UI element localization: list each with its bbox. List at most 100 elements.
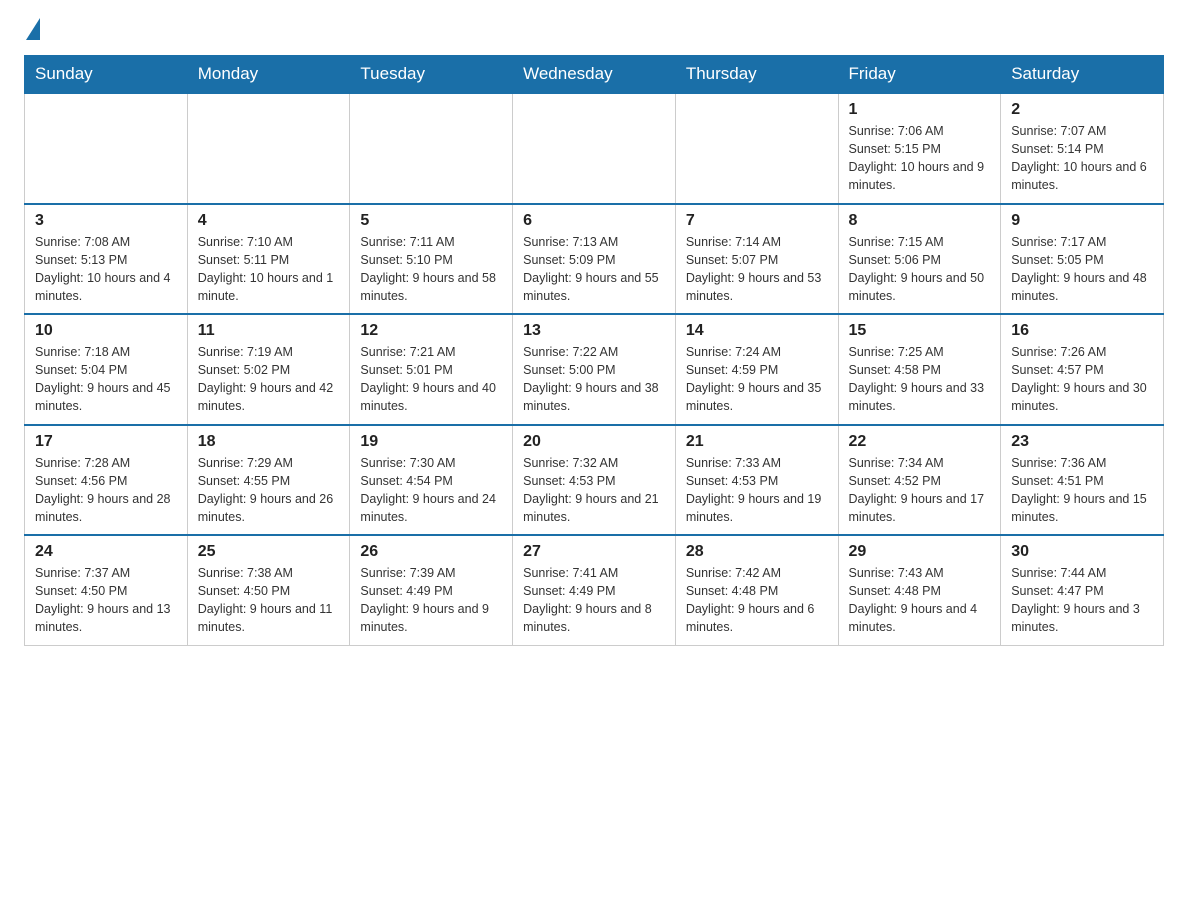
calendar-cell: 5Sunrise: 7:11 AMSunset: 5:10 PMDaylight… <box>350 204 513 315</box>
day-info: Sunrise: 7:32 AMSunset: 4:53 PMDaylight:… <box>523 454 665 527</box>
day-info: Sunrise: 7:28 AMSunset: 4:56 PMDaylight:… <box>35 454 177 527</box>
day-number: 30 <box>1011 543 1153 561</box>
day-info: Sunrise: 7:38 AMSunset: 4:50 PMDaylight:… <box>198 564 340 637</box>
logo <box>24 18 42 43</box>
day-number: 6 <box>523 212 665 230</box>
day-number: 19 <box>360 433 502 451</box>
day-number: 25 <box>198 543 340 561</box>
day-number: 29 <box>849 543 991 561</box>
calendar-cell: 13 Sunrise: 7:22 AMSunset: 5:00 PMDayligh… <box>513 314 676 425</box>
day-info: Sunrise: 7:44 AMSunset: 4:47 PMDaylight:… <box>1011 564 1153 637</box>
day-info: Sunrise: 7:26 AMSunset: 4:57 PMDaylight:… <box>1011 343 1153 416</box>
day-info: Sunrise: 7:10 AMSunset: 5:11 PMDaylight:… <box>198 233 340 306</box>
day-info: Sunrise: 7:37 AMSunset: 4:50 PMDaylight:… <box>35 564 177 637</box>
day-info: Sunrise: 7:13 AMSunset: 5:09 PMDaylight:… <box>523 233 665 306</box>
day-info: Sunrise: 7:18 AMSunset: 5:04 PMDaylight:… <box>35 343 177 416</box>
day-info: Sunrise: 7:17 AMSunset: 5:05 PMDaylight:… <box>1011 233 1153 306</box>
day-number: 12 <box>360 322 502 340</box>
day-number: 15 <box>849 322 991 340</box>
day-info: Sunrise: 7:43 AMSunset: 4:48 PMDaylight:… <box>849 564 991 637</box>
day-info: Sunrise: 7:25 AMSunset: 4:58 PMDaylight:… <box>849 343 991 416</box>
day-info: Sunrise: 7:21 AMSunset: 5:01 PMDaylight:… <box>360 343 502 416</box>
calendar-cell: 18 Sunrise: 7:29 AMSunset: 4:55 PMDayligh… <box>187 425 350 536</box>
calendar-cell: 19 Sunrise: 7:30 AMSunset: 4:54 PMDayligh… <box>350 425 513 536</box>
calendar-cell: 11 Sunrise: 7:19 AMSunset: 5:02 PMDayligh… <box>187 314 350 425</box>
page: SundayMondayTuesdayWednesdayThursdayFrid… <box>0 0 1188 918</box>
day-number: 21 <box>686 433 828 451</box>
calendar-cell: 14 Sunrise: 7:24 AMSunset: 4:59 PMDayligh… <box>675 314 838 425</box>
day-info: Sunrise: 7:14 AMSunset: 5:07 PMDaylight:… <box>686 233 828 306</box>
calendar-cell <box>675 93 838 204</box>
day-info: Sunrise: 7:30 AMSunset: 4:54 PMDaylight:… <box>360 454 502 527</box>
calendar-cell: 6 Sunrise: 7:13 AMSunset: 5:09 PMDaylight… <box>513 204 676 315</box>
weekday-header-sunday: Sunday <box>25 56 188 94</box>
calendar-week-4: 17 Sunrise: 7:28 AMSunset: 4:56 PMDayligh… <box>25 425 1164 536</box>
day-info: Sunrise: 7:34 AMSunset: 4:52 PMDaylight:… <box>849 454 991 527</box>
day-info: Sunrise: 7:42 AMSunset: 4:48 PMDaylight:… <box>686 564 828 637</box>
weekday-header-saturday: Saturday <box>1001 56 1164 94</box>
calendar-cell: 16 Sunrise: 7:26 AMSunset: 4:57 PMDayligh… <box>1001 314 1164 425</box>
calendar-cell: 26 Sunrise: 7:39 AMSunset: 4:49 PMDayligh… <box>350 535 513 645</box>
day-number: 23 <box>1011 433 1153 451</box>
day-info: Sunrise: 7:39 AMSunset: 4:49 PMDaylight:… <box>360 564 502 637</box>
calendar-cell: 3Sunrise: 7:08 AMSunset: 5:13 PMDaylight… <box>25 204 188 315</box>
day-number: 11 <box>198 322 340 340</box>
day-info: Sunrise: 7:11 AMSunset: 5:10 PMDaylight:… <box>360 233 502 306</box>
calendar-cell: 23 Sunrise: 7:36 AMSunset: 4:51 PMDayligh… <box>1001 425 1164 536</box>
calendar-cell: 30 Sunrise: 7:44 AMSunset: 4:47 PMDayligh… <box>1001 535 1164 645</box>
calendar-week-3: 10 Sunrise: 7:18 AMSunset: 5:04 PMDayligh… <box>25 314 1164 425</box>
day-info: Sunrise: 7:29 AMSunset: 4:55 PMDaylight:… <box>198 454 340 527</box>
weekday-header-monday: Monday <box>187 56 350 94</box>
calendar-cell: 9 Sunrise: 7:17 AMSunset: 5:05 PMDaylight… <box>1001 204 1164 315</box>
day-number: 27 <box>523 543 665 561</box>
day-number: 9 <box>1011 212 1153 230</box>
calendar-cell: 8Sunrise: 7:15 AMSunset: 5:06 PMDaylight… <box>838 204 1001 315</box>
calendar-cell: 12 Sunrise: 7:21 AMSunset: 5:01 PMDayligh… <box>350 314 513 425</box>
day-number: 10 <box>35 322 177 340</box>
calendar-week-1: 1Sunrise: 7:06 AMSunset: 5:15 PMDaylight… <box>25 93 1164 204</box>
calendar-cell: 17 Sunrise: 7:28 AMSunset: 4:56 PMDayligh… <box>25 425 188 536</box>
calendar-cell <box>25 93 188 204</box>
day-info: Sunrise: 7:36 AMSunset: 4:51 PMDaylight:… <box>1011 454 1153 527</box>
day-number: 28 <box>686 543 828 561</box>
header <box>24 18 1164 43</box>
day-number: 20 <box>523 433 665 451</box>
logo-triangle-icon <box>26 18 40 40</box>
day-info: Sunrise: 7:41 AMSunset: 4:49 PMDaylight:… <box>523 564 665 637</box>
calendar-cell: 27 Sunrise: 7:41 AMSunset: 4:49 PMDayligh… <box>513 535 676 645</box>
calendar-cell <box>513 93 676 204</box>
day-info: Sunrise: 7:07 AMSunset: 5:14 PMDaylight:… <box>1011 122 1153 195</box>
weekday-header-wednesday: Wednesday <box>513 56 676 94</box>
calendar-cell: 21 Sunrise: 7:33 AMSunset: 4:53 PMDayligh… <box>675 425 838 536</box>
day-info: Sunrise: 7:24 AMSunset: 4:59 PMDaylight:… <box>686 343 828 416</box>
calendar-header-row: SundayMondayTuesdayWednesdayThursdayFrid… <box>25 56 1164 94</box>
day-number: 2 <box>1011 101 1153 119</box>
day-info: Sunrise: 7:33 AMSunset: 4:53 PMDaylight:… <box>686 454 828 527</box>
calendar-cell <box>350 93 513 204</box>
calendar-cell: 7 Sunrise: 7:14 AMSunset: 5:07 PMDaylight… <box>675 204 838 315</box>
day-info: Sunrise: 7:22 AMSunset: 5:00 PMDaylight:… <box>523 343 665 416</box>
day-number: 26 <box>360 543 502 561</box>
calendar-cell: 4 Sunrise: 7:10 AMSunset: 5:11 PMDaylight… <box>187 204 350 315</box>
calendar-cell: 28 Sunrise: 7:42 AMSunset: 4:48 PMDayligh… <box>675 535 838 645</box>
calendar-cell <box>187 93 350 204</box>
calendar-cell: 29 Sunrise: 7:43 AMSunset: 4:48 PMDayligh… <box>838 535 1001 645</box>
day-info: Sunrise: 7:19 AMSunset: 5:02 PMDaylight:… <box>198 343 340 416</box>
day-number: 24 <box>35 543 177 561</box>
day-number: 14 <box>686 322 828 340</box>
calendar-table: SundayMondayTuesdayWednesdayThursdayFrid… <box>24 55 1164 646</box>
calendar-cell: 15 Sunrise: 7:25 AMSunset: 4:58 PMDayligh… <box>838 314 1001 425</box>
calendar-cell: 2 Sunrise: 7:07 AMSunset: 5:14 PMDaylight… <box>1001 93 1164 204</box>
day-number: 18 <box>198 433 340 451</box>
calendar-cell: 1Sunrise: 7:06 AMSunset: 5:15 PMDaylight… <box>838 93 1001 204</box>
day-number: 7 <box>686 212 828 230</box>
day-number: 4 <box>198 212 340 230</box>
day-info: Sunrise: 7:15 AMSunset: 5:06 PMDaylight:… <box>849 233 991 306</box>
calendar-cell: 25 Sunrise: 7:38 AMSunset: 4:50 PMDayligh… <box>187 535 350 645</box>
day-info: Sunrise: 7:08 AMSunset: 5:13 PMDaylight:… <box>35 233 177 306</box>
day-number: 22 <box>849 433 991 451</box>
day-number: 13 <box>523 322 665 340</box>
day-number: 16 <box>1011 322 1153 340</box>
calendar-cell: 10 Sunrise: 7:18 AMSunset: 5:04 PMDayligh… <box>25 314 188 425</box>
day-number: 17 <box>35 433 177 451</box>
